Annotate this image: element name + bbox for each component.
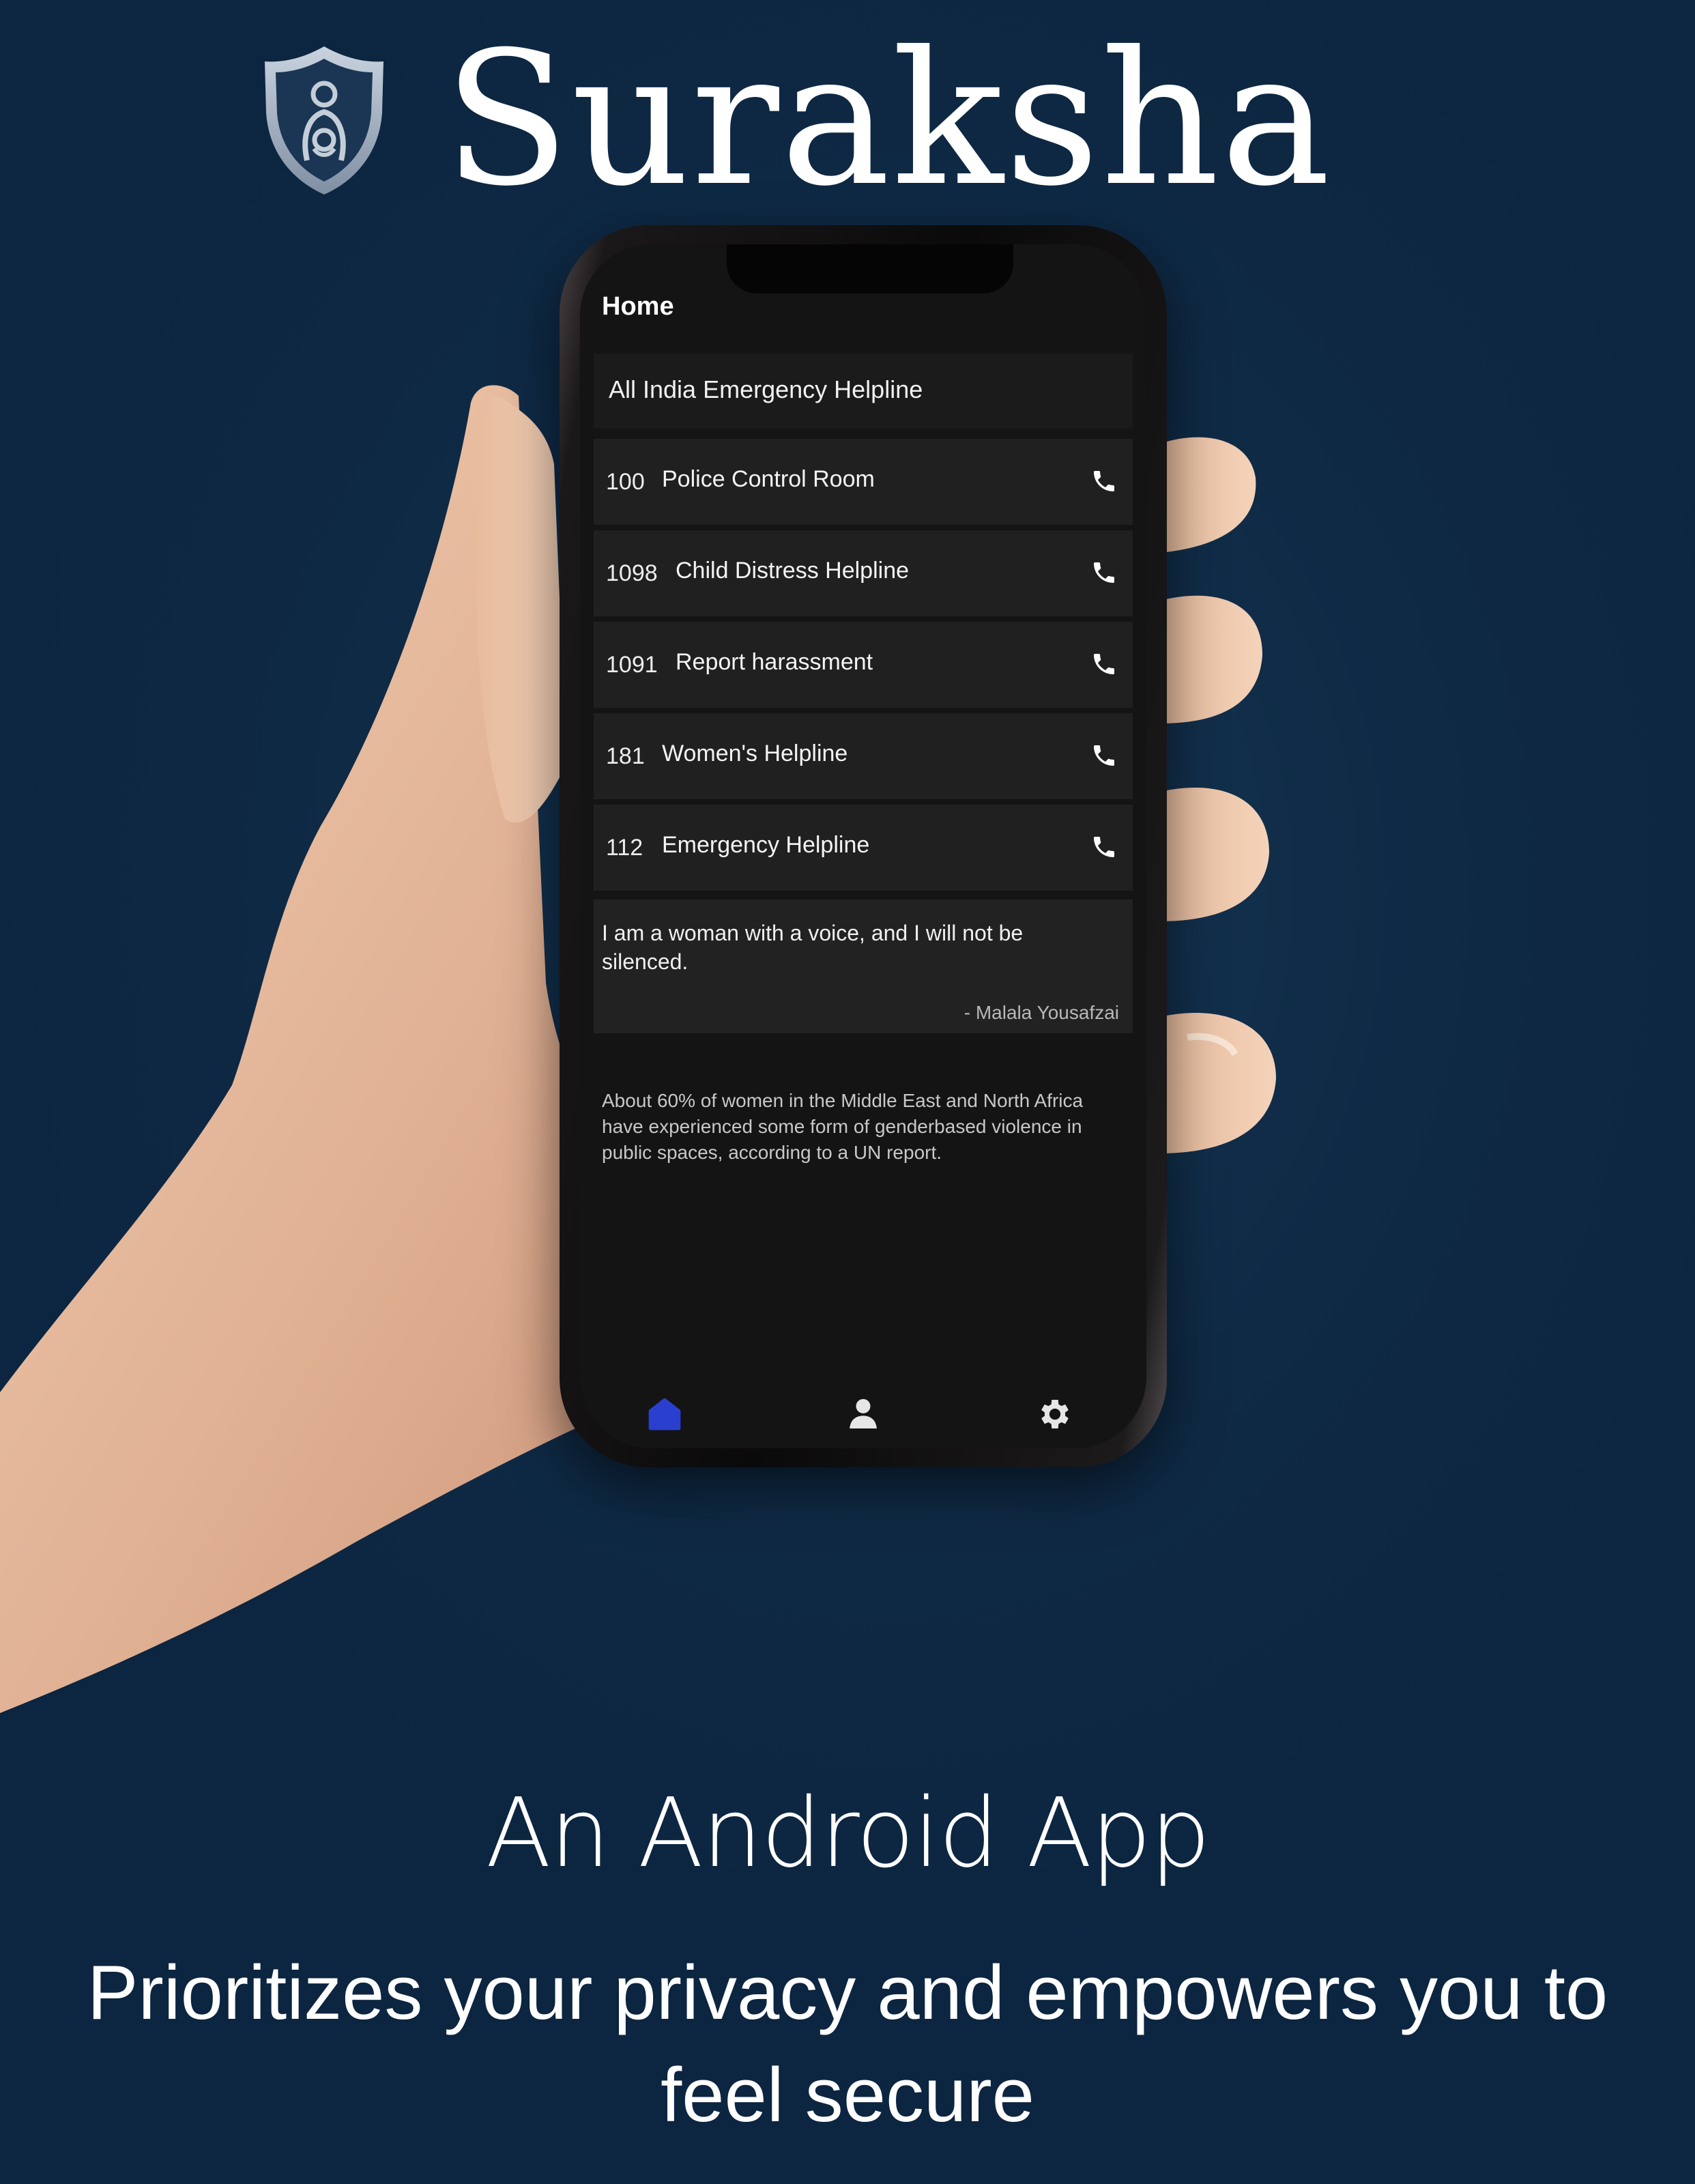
tagline: Prioritizes your privacy and empowers yo… [87, 1950, 1608, 2138]
helpline-number: 1091 [606, 652, 658, 678]
brand-title: Suraksha [444, 12, 1332, 227]
phone-icon[interactable] [1090, 833, 1118, 861]
quote-author: - Malala Yousafzai [964, 1002, 1119, 1023]
quote-card: I am a woman with a voice, and I will no… [594, 900, 1133, 1033]
helpline-row-112[interactable]: 112 Emergency Helpline [594, 805, 1133, 891]
helpline-name: Women's Helpline [662, 741, 848, 766]
settings-gear-icon[interactable] [1036, 1395, 1074, 1433]
shield-woman-logo-icon [265, 46, 383, 195]
helpline-list: 100 Police Control Room 1098 Child Distr… [594, 439, 1133, 896]
helpline-name: Emergency Helpline [662, 832, 870, 858]
subtitle: An Android App [485, 1778, 1211, 1889]
helpline-name: Police Control Room [662, 466, 875, 492]
helpline-number: 112 [606, 835, 643, 861]
helpline-name: Report harassment [676, 649, 873, 675]
phone-icon[interactable] [1090, 742, 1118, 769]
app-screen: Home All India Emergency Helpline 100 Po… [580, 244, 1146, 1448]
quote-text: I am a woman with a voice, and I will no… [602, 921, 1024, 974]
helpline-number: 181 [606, 743, 645, 769]
section-header-label: All India Emergency Helpline [609, 375, 923, 403]
fact-text: About 60% of women in the Middle East an… [602, 1090, 1084, 1163]
screen-title: Home [602, 292, 674, 321]
phone-notch [727, 244, 1013, 293]
helpline-row-100[interactable]: 100 Police Control Room [594, 439, 1133, 525]
helpline-number: 1098 [606, 560, 658, 586]
phone-icon[interactable] [1090, 559, 1118, 586]
profile-icon[interactable] [844, 1395, 882, 1433]
phone-icon[interactable] [1090, 650, 1118, 678]
helpline-section-header: All India Emergency Helpline [594, 354, 1133, 429]
bottom-navigation [580, 1377, 1146, 1448]
helpline-number: 100 [606, 469, 645, 495]
helpline-row-181[interactable]: 181 Women's Helpline [594, 713, 1133, 799]
helpline-row-1098[interactable]: 1098 Child Distress Helpline [594, 530, 1133, 616]
brand-header: Suraksha [259, 20, 1351, 218]
helpline-name: Child Distress Helpline [676, 558, 910, 584]
home-icon[interactable] [646, 1395, 684, 1433]
phone-device: Home All India Emergency Helpline 100 Po… [560, 225, 1167, 1467]
helpline-row-1091[interactable]: 1091 Report harassment [594, 622, 1133, 708]
phone-icon[interactable] [1090, 468, 1118, 495]
